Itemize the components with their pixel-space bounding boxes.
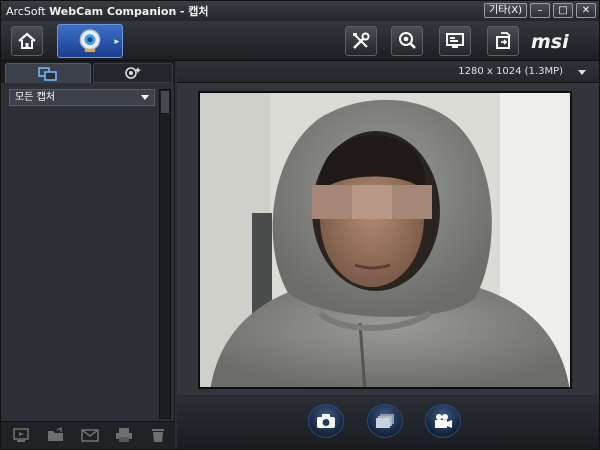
msi-logo: msi (531, 31, 569, 53)
title-brand: ArcSoft (6, 5, 46, 18)
burst-capture-button[interactable] (367, 404, 403, 438)
capture-controls (177, 395, 599, 449)
display-icon (446, 33, 464, 48)
tab-media[interactable] (5, 63, 91, 83)
email-button[interactable] (81, 427, 99, 443)
maximize-button[interactable]: □ (553, 3, 573, 18)
main-toolbar: ▸ msi (1, 21, 599, 61)
export-icon (496, 32, 511, 49)
slideshow-button[interactable] (13, 427, 31, 443)
effects-tab-icon (125, 67, 142, 79)
more-menu-button[interactable]: 기타(X) (483, 3, 527, 18)
preview-header: 1280 x 1024 (1.3MP) (177, 61, 599, 83)
burst-icon (376, 414, 394, 428)
media-tab-icon (38, 66, 57, 81)
trash-icon (152, 429, 164, 442)
resolution-chevron-down-icon[interactable] (578, 70, 586, 75)
chevron-right-icon: ▸ (114, 37, 119, 47)
app-window: ArcSoft WebCam Companion - 캡처 기타(X) – □ … (0, 0, 600, 450)
capture-filter-select[interactable]: 모든 캡처 (9, 89, 155, 106)
tools-button[interactable] (345, 26, 377, 56)
home-icon (18, 32, 36, 49)
delete-button[interactable] (149, 427, 167, 443)
media-panel: 모든 캡처 (1, 61, 175, 421)
email-icon (81, 429, 99, 442)
search-button[interactable] (391, 26, 423, 56)
webcam-icon (79, 29, 101, 53)
resolution-select[interactable]: 1280 x 1024 (1.3MP) (458, 66, 563, 77)
print-button[interactable] (115, 427, 133, 443)
panel-tabs (1, 61, 175, 83)
title-mode: - 캡처 (179, 5, 209, 18)
preview-area (177, 83, 599, 395)
open-folder-icon (48, 426, 63, 441)
capture-filter-value: 모든 캡처 (15, 92, 55, 103)
webcam-feed-image (200, 93, 570, 387)
media-list-scrollbar[interactable] (159, 89, 171, 419)
record-video-button[interactable] (425, 404, 461, 438)
title-bar: ArcSoft WebCam Companion - 캡처 기타(X) – □ … (1, 1, 599, 21)
close-button[interactable]: ✕ (576, 3, 596, 18)
video-icon (435, 414, 452, 428)
slideshow-icon (13, 428, 29, 442)
capture-mode-button[interactable]: ▸ (57, 24, 123, 58)
chevron-down-icon (141, 95, 149, 100)
print-icon (116, 428, 132, 442)
media-actions-bar (1, 421, 175, 449)
search-icon (399, 32, 416, 49)
camera-icon (317, 414, 335, 428)
scrollbar-thumb[interactable] (161, 91, 169, 113)
title-app: WebCam Companion (49, 5, 177, 18)
export-button[interactable] (487, 26, 519, 56)
tab-effects[interactable] (93, 63, 173, 83)
home-button[interactable] (11, 26, 43, 56)
webcam-preview (198, 91, 572, 389)
take-photo-button[interactable] (308, 404, 344, 438)
display-button[interactable] (439, 26, 471, 56)
minimize-button[interactable]: – (530, 3, 550, 18)
open-folder-button[interactable] (47, 426, 65, 443)
window-title: ArcSoft WebCam Companion - 캡처 (1, 3, 208, 19)
tools-icon (353, 32, 370, 49)
